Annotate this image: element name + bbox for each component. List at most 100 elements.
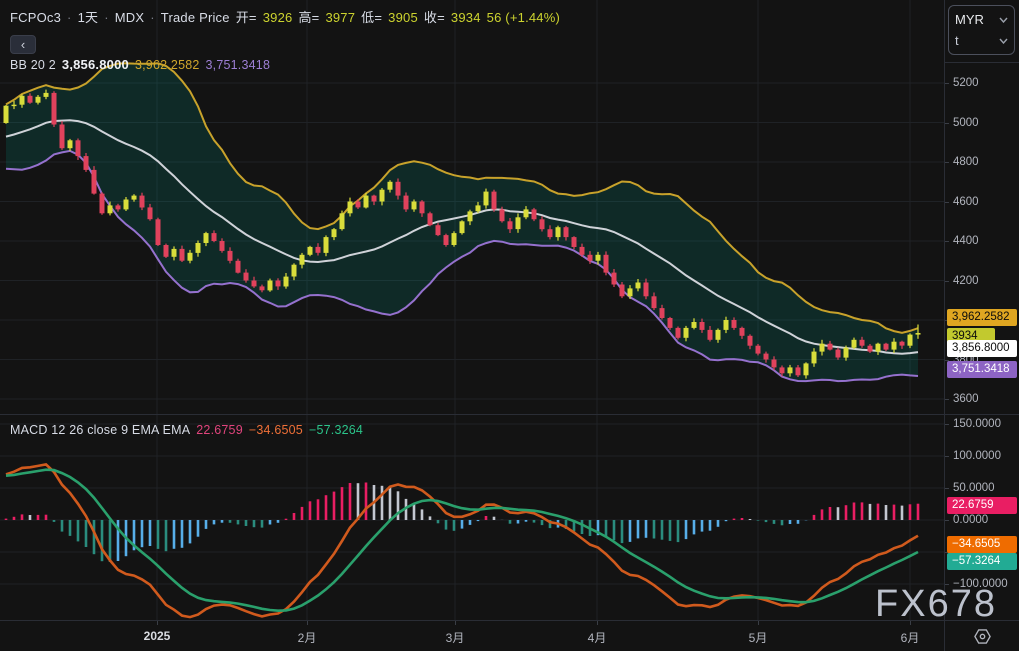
candle-body (803, 363, 809, 376)
legend-text: BB 20 2 (10, 58, 56, 72)
candle-body (475, 205, 481, 212)
candle-body (387, 181, 393, 190)
candle-body (155, 219, 161, 245)
legend-text: Trade Price (160, 10, 230, 25)
axis-tick-label: 3600 (953, 393, 979, 405)
candle-body (675, 327, 681, 338)
axis-tickmark (945, 280, 949, 282)
axis-tickmark (945, 241, 949, 242)
candle-body (651, 296, 657, 309)
candle-body (211, 233, 217, 241)
pane-divider[interactable] (0, 414, 1019, 415)
candle-body (123, 199, 129, 210)
candle-body (251, 280, 257, 287)
legend-text: −57.3264 (308, 423, 364, 437)
candle-body (579, 246, 585, 255)
candle-body (595, 254, 601, 261)
candle-body (563, 227, 569, 238)
price-label-lower: 3,751.3418 (947, 360, 1017, 378)
axis-settings-button[interactable] (944, 621, 1019, 651)
candle-body (51, 92, 57, 125)
candle-body (907, 334, 913, 346)
candle-body (27, 95, 33, 103)
axis-tick-label: 4200 (953, 274, 979, 287)
candle-body (731, 320, 737, 328)
candle-body (499, 209, 505, 222)
candle-body (523, 209, 529, 218)
candle-body (107, 205, 113, 214)
chevron-down-icon (999, 17, 1008, 23)
symbol-legend: FCPOc3 · 1天 · MDX · Trade Price 开= 3926 高= 3977 低= 3… (10, 7, 566, 26)
back-button[interactable]: ‹ (10, 35, 36, 54)
legend-text: 3926 (262, 10, 293, 25)
legend-text: · (150, 10, 155, 25)
candle-body (843, 347, 849, 358)
candle-body (467, 211, 473, 222)
candle-body (187, 252, 193, 261)
chart-window: FCPOc3 · 1天 · MDX · Trade Price 开= 3926 高= 3977 低= 3… (0, 0, 1019, 651)
candle-body (427, 213, 433, 226)
candle-body (275, 280, 281, 287)
price-axis-scale[interactable]: MYR t 5200500048004600440042004000380036… (944, 0, 1019, 620)
candle-body (507, 221, 513, 230)
candle-body (771, 359, 777, 368)
axis-tickmark (945, 122, 949, 124)
candle-body (11, 104, 17, 107)
axis-tickmark (945, 399, 949, 400)
candle-body (763, 353, 769, 360)
chart-canvas[interactable] (0, 0, 944, 620)
candle-body (443, 235, 449, 245)
candle-body (179, 248, 185, 261)
time-notch (157, 621, 158, 625)
legend-text: 收= (423, 10, 445, 25)
legend-text: −34.6505 (248, 423, 303, 437)
axis-tickmark (945, 83, 949, 84)
axis-tickmark (945, 424, 949, 425)
axis-tickmark (945, 584, 949, 585)
candle-body (347, 201, 353, 214)
candle-body (315, 246, 321, 253)
candle-body (747, 335, 753, 346)
time-notch (758, 621, 759, 625)
time-axis[interactable]: 2025 2月 3月 4月 5月 6月 (0, 620, 1019, 651)
candle-body (75, 140, 81, 157)
candle-body (395, 181, 401, 196)
candle-body (435, 225, 441, 236)
currency-dropdown[interactable]: MYR (955, 9, 1008, 30)
candle-body (43, 92, 49, 97)
candle-body (667, 318, 673, 328)
unit-dropdown[interactable]: t (955, 30, 1008, 51)
candle-body (891, 341, 897, 350)
legend-text: 开= (235, 10, 257, 25)
candle-body (547, 229, 553, 238)
axis-separator (945, 62, 1019, 63)
axis-tick-label: −100.0000 (953, 578, 1008, 590)
candle-body (139, 195, 145, 208)
candle-body (867, 345, 873, 352)
legend-text: 3,856.8000 (61, 57, 129, 72)
candle-body (707, 329, 713, 340)
time-notch (910, 621, 911, 625)
axis-tick-label: 4400 (953, 235, 979, 247)
axis-tickmark (945, 520, 949, 521)
candle-body (299, 254, 305, 265)
axis-tickmark (945, 456, 949, 457)
time-tick-4月: 4月 (587, 631, 607, 645)
candle-body (715, 329, 721, 340)
axis-tick-label: 150.0000 (953, 418, 1001, 430)
candle-body (571, 237, 577, 247)
unit-value: t (955, 33, 959, 48)
candle-body (171, 248, 177, 257)
candle-body (787, 367, 793, 374)
candle-body (379, 189, 385, 202)
candle-body (587, 254, 593, 261)
candle-body (323, 237, 329, 253)
candle-body (539, 219, 545, 230)
legend-text: MDX (114, 10, 145, 25)
candle-body (195, 243, 201, 253)
axis-tickmark (945, 488, 949, 489)
candle-body (91, 169, 97, 194)
candle-body (795, 367, 801, 376)
candle-body (307, 246, 313, 255)
candle-body (531, 209, 537, 220)
